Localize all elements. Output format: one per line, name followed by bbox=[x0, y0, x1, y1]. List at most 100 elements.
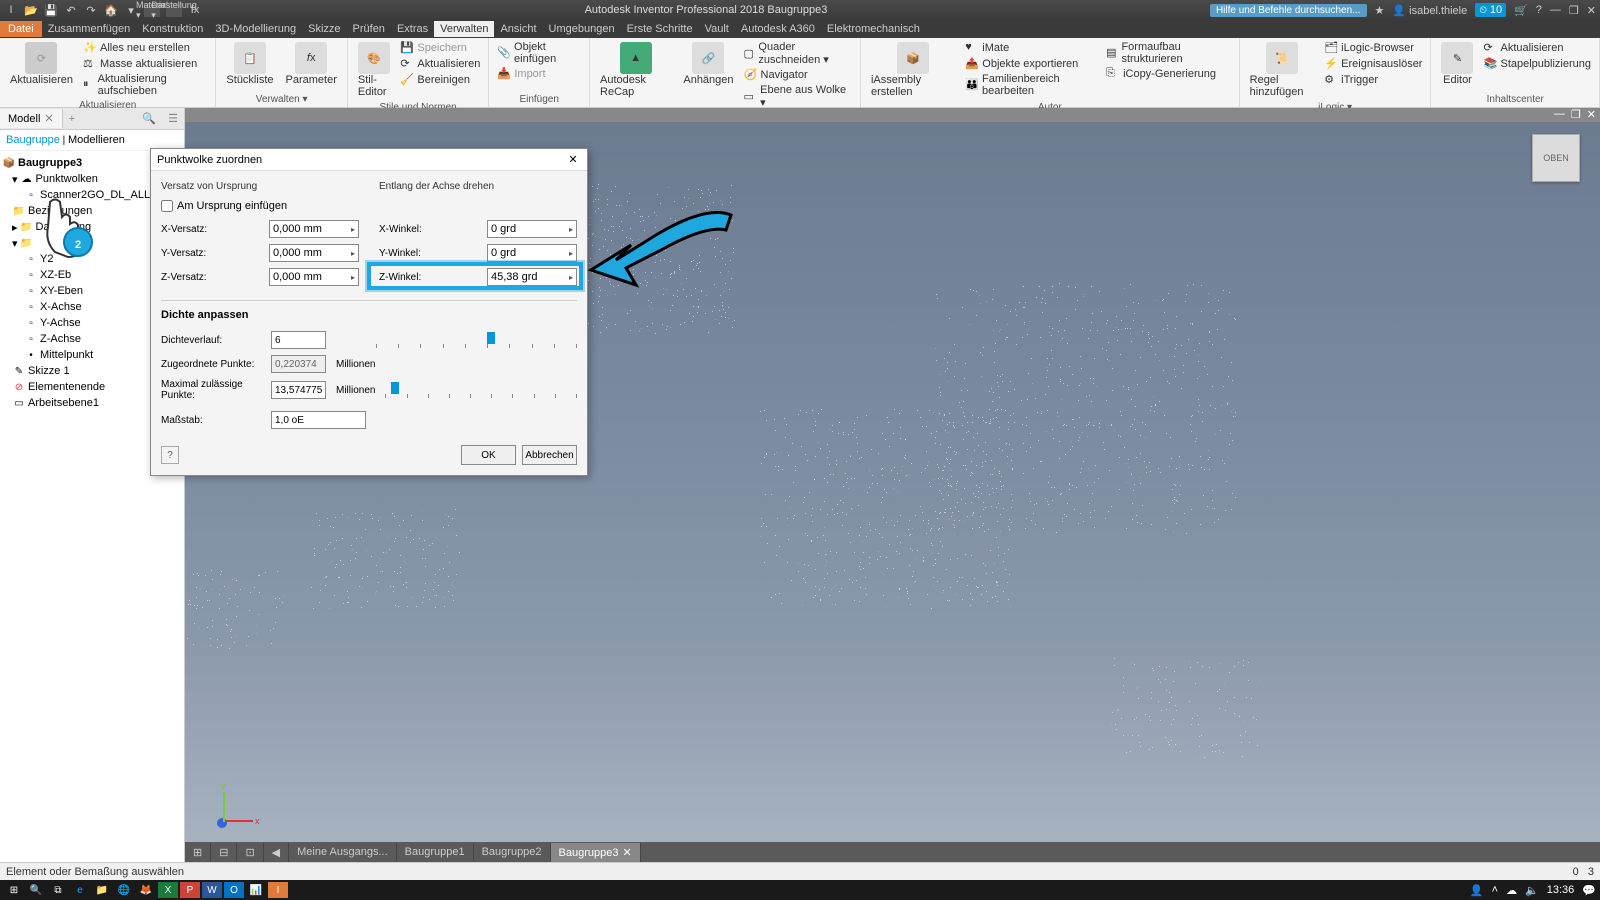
menu-pruefen[interactable]: Prüfen bbox=[347, 21, 391, 37]
menu-extras[interactable]: Extras bbox=[391, 21, 434, 37]
ribbon-alles-neu[interactable]: ✨Alles neu erstellen bbox=[81, 40, 209, 56]
vt-icon1[interactable]: ⊞ bbox=[185, 843, 211, 862]
notif-icon[interactable]: 💬 bbox=[1582, 884, 1596, 897]
z-offset-input[interactable]: 0,000 mm▸ bbox=[269, 268, 359, 286]
menu-umgebungen[interactable]: Umgebungen bbox=[543, 21, 621, 37]
restore-icon[interactable]: ❐ bbox=[1569, 4, 1579, 17]
tray-net-icon[interactable]: 🔈 bbox=[1525, 884, 1539, 897]
minimize-icon[interactable]: — bbox=[1550, 4, 1561, 16]
ribbon-aktualisieren-ic[interactable]: ⟳Aktualisieren bbox=[1481, 40, 1593, 56]
vt-bg2[interactable]: Baugruppe2 bbox=[474, 843, 551, 861]
ppt-icon[interactable]: P bbox=[180, 882, 200, 898]
help-search[interactable]: Hilfe und Befehle durchsuchen... bbox=[1210, 4, 1367, 17]
menu-a360[interactable]: Autodesk A360 bbox=[735, 21, 821, 37]
chrome-icon[interactable]: 🌐 bbox=[114, 882, 134, 898]
ribbon-stileditor[interactable]: 🎨Stil-Editor bbox=[354, 40, 395, 100]
undo-icon[interactable]: ↶ bbox=[64, 3, 78, 17]
ribbon-masse[interactable]: ⚖Masse aktualisieren bbox=[81, 56, 209, 72]
file-menu[interactable]: Datei bbox=[0, 21, 42, 37]
ribbon-editor[interactable]: ✎Editor bbox=[1437, 40, 1477, 88]
menu-icon[interactable]: ☰ bbox=[162, 109, 184, 128]
viewcube[interactable]: OBEN bbox=[1532, 134, 1580, 182]
ribbon-anhaengen[interactable]: 🔗Anhängen bbox=[679, 40, 737, 110]
help-icon[interactable]: ? bbox=[1536, 4, 1542, 16]
menu-konstruktion[interactable]: Konstruktion bbox=[136, 21, 209, 37]
inventor-icon[interactable]: I bbox=[268, 882, 288, 898]
star-icon[interactable]: ★ bbox=[1375, 4, 1385, 17]
open-icon[interactable]: 📂 bbox=[24, 3, 38, 17]
menu-vault[interactable]: Vault bbox=[699, 21, 735, 37]
tray-cloud-icon[interactable]: ☁ bbox=[1506, 884, 1517, 897]
subtab-baugruppe[interactable]: Baugruppe bbox=[6, 134, 60, 146]
browser-add-tab[interactable]: + bbox=[63, 110, 81, 128]
cart-icon[interactable]: 🛒 bbox=[1514, 4, 1528, 17]
y-offset-input[interactable]: 0,000 mm▸ bbox=[269, 244, 359, 262]
menu-zusammenfuegen[interactable]: Zusammenfügen bbox=[42, 21, 137, 37]
vt-icon2[interactable]: ⊟ bbox=[211, 843, 237, 862]
appearance-dropdown[interactable]: Darstellung ▾ bbox=[166, 3, 182, 17]
ribbon-ebene-wolke[interactable]: ▭Ebene aus Wolke ▾ bbox=[742, 83, 854, 110]
close-icon[interactable]: ✕ bbox=[623, 847, 632, 859]
clock[interactable]: 13:36 bbox=[1547, 884, 1575, 896]
vt-icon4[interactable]: ◀ bbox=[264, 843, 289, 862]
ribbon-stueckliste[interactable]: 📋Stückliste bbox=[222, 40, 277, 88]
tray-up-icon[interactable]: ˄ bbox=[1492, 884, 1498, 896]
user-label[interactable]: 👤 isabel.thiele bbox=[1392, 4, 1467, 17]
dialog-help-icon[interactable]: ? bbox=[161, 446, 179, 464]
subtab-modellieren[interactable]: Modellieren bbox=[68, 134, 125, 146]
menu-verwalten[interactable]: Verwalten bbox=[434, 21, 494, 37]
redo-icon[interactable]: ↷ bbox=[84, 3, 98, 17]
ribbon-formaufbau[interactable]: ▤Formaufbau strukturieren bbox=[1104, 40, 1233, 66]
ribbon-export-obj[interactable]: 📤Objekte exportieren bbox=[963, 56, 1100, 72]
ribbon-familie[interactable]: 👪Familienbereich bearbeiten bbox=[963, 72, 1100, 98]
ribbon-iassembly[interactable]: 📦iAssembly erstellen bbox=[867, 40, 959, 100]
ribbon-quader[interactable]: ▢Quader zuschneiden ▾ bbox=[742, 40, 854, 67]
fx-icon[interactable]: fx bbox=[188, 3, 202, 17]
z-angle-input[interactable]: 45,38 grd▸ bbox=[487, 268, 577, 286]
ribbon-aktualisieren-stil[interactable]: ⟳Aktualisieren bbox=[398, 56, 482, 72]
x-offset-input[interactable]: 0,000 mm▸ bbox=[269, 220, 359, 238]
search-icon[interactable]: 🔍 bbox=[136, 109, 162, 128]
menu-elektro[interactable]: Elektromechanisch bbox=[821, 21, 926, 37]
taskview-icon[interactable]: ⧉ bbox=[48, 882, 68, 898]
firefox-icon[interactable]: 🦊 bbox=[136, 882, 156, 898]
cancel-button[interactable]: Abbrechen bbox=[522, 445, 577, 465]
x-angle-input[interactable]: 0 grd▸ bbox=[487, 220, 577, 238]
search-icon[interactable]: 🔍 bbox=[26, 882, 46, 898]
scale-input[interactable] bbox=[271, 411, 366, 429]
menu-erste[interactable]: Erste Schritte bbox=[621, 21, 699, 37]
menu-skizze[interactable]: Skizze bbox=[302, 21, 346, 37]
ribbon-aufschieben[interactable]: ⏸Aktualisierung aufschieben bbox=[81, 72, 209, 98]
max-slider[interactable] bbox=[385, 382, 577, 398]
browser-tab-modell[interactable]: Modell✕ bbox=[0, 109, 63, 128]
ribbon-itrigger[interactable]: ⚙iTrigger bbox=[1322, 72, 1424, 88]
save-icon[interactable]: 💾 bbox=[44, 3, 58, 17]
excel-icon[interactable]: X bbox=[158, 882, 178, 898]
ribbon-bereinigen[interactable]: 🧹Bereinigen bbox=[398, 72, 482, 88]
ribbon-aktualisieren-big[interactable]: ⟳Aktualisieren bbox=[6, 40, 77, 98]
density-slider[interactable] bbox=[376, 332, 577, 348]
menu-ansicht[interactable]: Ansicht bbox=[494, 21, 542, 37]
vt-bg1[interactable]: Baugruppe1 bbox=[397, 843, 474, 861]
y-angle-input[interactable]: 0 grd▸ bbox=[487, 244, 577, 262]
ribbon-icopy[interactable]: ⎘iCopy-Generierung bbox=[1104, 66, 1233, 82]
app-icon[interactable]: 📊 bbox=[246, 882, 266, 898]
notification-badge[interactable]: ⏲ 10 bbox=[1475, 3, 1506, 17]
vt-bg3[interactable]: Baugruppe3✕ bbox=[551, 843, 641, 862]
dialog-close-icon[interactable]: ✕ bbox=[565, 152, 581, 168]
close-icon[interactable]: ✕ bbox=[44, 113, 53, 125]
ribbon-ilogic-browser[interactable]: 🗂iLogic-Browser bbox=[1322, 40, 1424, 56]
outlook-icon[interactable]: O bbox=[224, 882, 244, 898]
word-icon[interactable]: W bbox=[202, 882, 222, 898]
density-input[interactable] bbox=[271, 331, 326, 349]
ribbon-regel[interactable]: 📜Regel hinzufügen bbox=[1246, 40, 1318, 100]
home-icon[interactable]: 🏠 bbox=[104, 3, 118, 17]
tray-people-icon[interactable]: 👤 bbox=[1470, 884, 1484, 897]
ribbon-parameter[interactable]: fxParameter bbox=[282, 40, 341, 88]
ribbon-stapel[interactable]: 📚Stapelpublizierung bbox=[1481, 56, 1593, 72]
edge-icon[interactable]: e bbox=[70, 882, 90, 898]
max-input[interactable] bbox=[271, 381, 326, 399]
ok-button[interactable]: OK bbox=[461, 445, 516, 465]
ribbon-imate[interactable]: ♥iMate bbox=[963, 40, 1100, 56]
explorer-icon[interactable]: 📁 bbox=[92, 882, 112, 898]
